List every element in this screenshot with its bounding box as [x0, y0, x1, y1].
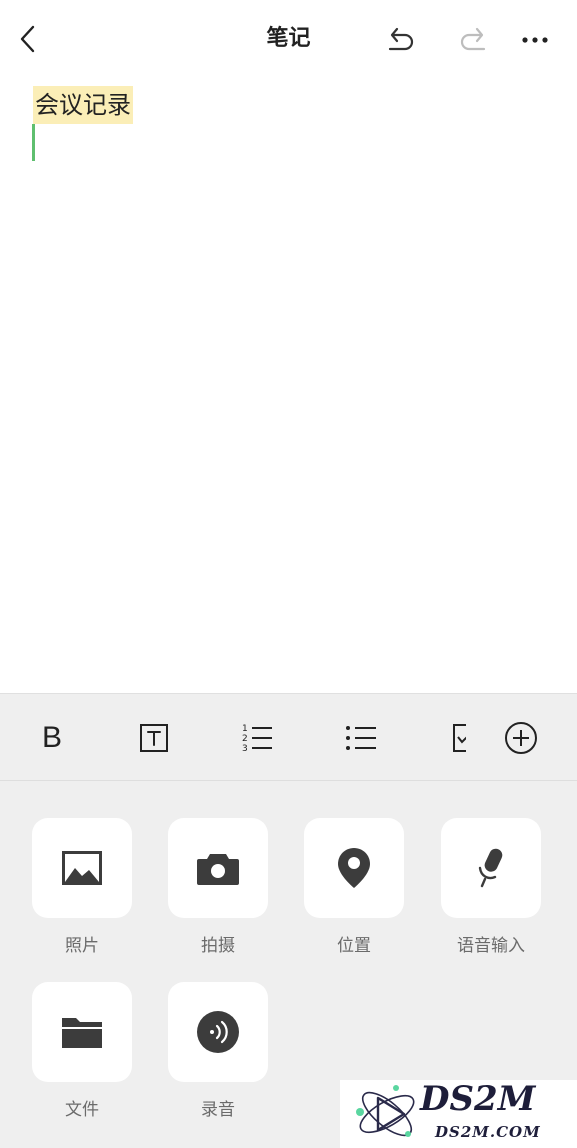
insert-button[interactable]: [503, 720, 539, 756]
watermark-brand: DS2M: [419, 1080, 537, 1119]
svg-text:3: 3: [242, 744, 248, 754]
voice-input-button[interactable]: [441, 818, 541, 918]
record-audio-button[interactable]: [168, 982, 268, 1082]
numbered-list-button[interactable]: 1 2 3: [239, 720, 275, 756]
format-toolbar: B 1 2 3: [0, 693, 577, 781]
photo-icon: [62, 851, 102, 885]
svg-text:1: 1: [242, 724, 248, 734]
top-bar: 笔记: [0, 0, 577, 80]
watermark-domain: DS2M.COM: [434, 1123, 541, 1141]
more-horizontal-icon: [522, 37, 548, 43]
note-editor[interactable]: 会议记录: [0, 80, 577, 693]
record-audio-label: 录音: [201, 1100, 235, 1120]
text-caret: [32, 124, 35, 161]
camera-button[interactable]: [168, 818, 268, 918]
photo-button[interactable]: [32, 818, 132, 918]
more-button[interactable]: [518, 22, 552, 56]
microphone-icon: [478, 848, 503, 888]
add-circle-icon: [505, 722, 537, 754]
camera-label: 拍摄: [201, 936, 235, 956]
location-button[interactable]: [304, 818, 404, 918]
redo-icon: [460, 27, 486, 51]
audio-record-icon: [197, 1011, 239, 1053]
bold-icon: B: [41, 721, 62, 754]
watermark-logo: DS2M DS2M.COM: [340, 1079, 577, 1148]
location-pin-icon: [338, 848, 370, 888]
file-button[interactable]: [32, 982, 132, 1082]
bullet-list-icon: [346, 726, 376, 750]
text-format-icon: [140, 724, 168, 752]
chevron-left-icon: [20, 25, 35, 53]
text-format-button[interactable]: [136, 720, 172, 756]
numbered-list-icon: 1 2 3: [242, 724, 272, 754]
checkbox-list-button[interactable]: [450, 720, 466, 756]
bullet-list-button[interactable]: [343, 720, 379, 756]
checkbox-list-icon: [453, 724, 466, 752]
bold-button[interactable]: B: [34, 720, 70, 756]
voice-input-label: 语音输入: [457, 936, 525, 956]
redo-button[interactable]: [456, 22, 490, 56]
svg-text:2: 2: [242, 734, 248, 744]
folder-icon: [62, 1018, 102, 1048]
note-title-text[interactable]: 会议记录: [33, 86, 133, 124]
location-label: 位置: [337, 936, 371, 956]
undo-icon: [388, 27, 414, 51]
undo-button[interactable]: [384, 22, 418, 56]
photo-label: 照片: [65, 936, 99, 956]
page-title: 笔记: [266, 26, 311, 51]
camera-icon: [197, 854, 239, 885]
file-label: 文件: [65, 1100, 99, 1120]
back-button[interactable]: [14, 22, 44, 56]
